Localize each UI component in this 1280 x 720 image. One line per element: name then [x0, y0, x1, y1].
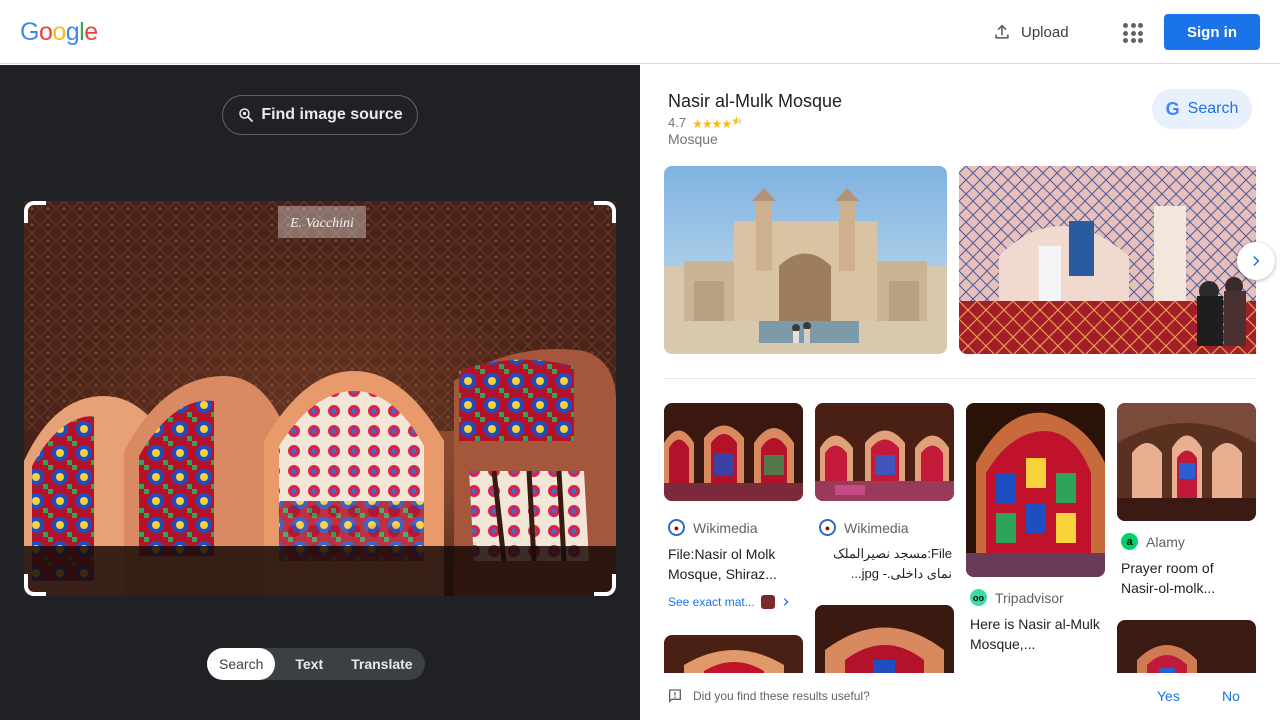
alamy-icon: a — [1121, 533, 1138, 550]
logo-letter: o — [52, 18, 66, 46]
section-divider — [664, 378, 1256, 379]
rating-value: 4.7 — [668, 115, 687, 130]
see-exact-matches-link[interactable]: See exact mat... — [668, 595, 791, 609]
find-image-source-label: Find image source — [261, 106, 403, 123]
result-thumbnail[interactable] — [966, 403, 1105, 577]
place-photo-courtyard[interactable] — [664, 166, 947, 354]
tripadvisor-icon: oo — [970, 589, 987, 606]
see-exact-label: See exact mat... — [668, 595, 755, 609]
result-title[interactable]: File:مسجد نصیرالملک نمای داخلی.- jpg... — [819, 544, 952, 584]
result-source[interactable]: ● Wikimedia — [819, 519, 909, 536]
result-title[interactable]: File:Nasir ol Molk Mosque, Shiraz... — [668, 544, 798, 584]
result-image — [664, 403, 803, 501]
result-thumbnail[interactable] — [1117, 403, 1256, 521]
result-source[interactable]: ● Wikimedia — [668, 519, 758, 536]
apps-grid-icon[interactable] — [1120, 20, 1144, 44]
feedback-no-button[interactable]: No — [1222, 688, 1240, 704]
query-image[interactable]: E. Vacchini — [24, 201, 616, 596]
find-image-source-button[interactable]: Find image source — [222, 95, 418, 135]
logo-letter: o — [38, 18, 53, 46]
result-source-name: Alamy — [1146, 533, 1185, 550]
google-search-label: Search — [1187, 100, 1239, 117]
wikimedia-icon: ● — [819, 519, 836, 536]
google-g-icon: G — [1165, 98, 1180, 119]
crop-corner-bottom-right[interactable] — [594, 574, 616, 596]
result-source-name: Wikimedia — [844, 519, 909, 536]
mosque-interior-image: E. Vacchini — [24, 201, 616, 596]
feedback-question: Did you find these results useful? — [693, 689, 870, 703]
logo-letter: e — [84, 18, 98, 46]
result-source[interactable]: oo Tripadvisor — [970, 589, 1064, 606]
feedback-bar: Did you find these results useful? Yes N… — [640, 673, 1280, 720]
place-title[interactable]: Nasir al-Mulk Mosque — [668, 91, 842, 112]
mode-tabs: Search Text Translate — [207, 648, 425, 680]
exact-match-avatar — [760, 595, 775, 609]
upload-icon — [995, 24, 1009, 39]
crop-corner-top-right[interactable] — [594, 201, 616, 223]
interior-image — [959, 166, 1256, 354]
result-title[interactable]: Prayer room of Nasir-ol-molk... — [1121, 558, 1251, 598]
watermark-text: E. Vacchini — [289, 216, 354, 231]
feedback-icon — [669, 689, 681, 703]
upload-button[interactable]: Upload — [992, 20, 1069, 44]
crop-corner-top-left[interactable] — [24, 201, 46, 223]
sign-in-button[interactable]: Sign in — [1164, 14, 1260, 50]
result-image — [1117, 403, 1256, 521]
crop-corner-bottom-left[interactable] — [24, 574, 46, 596]
google-search-button[interactable]: G Search — [1152, 89, 1252, 129]
top-header: Google Upload Sign in — [0, 0, 1280, 64]
result-thumbnail[interactable] — [815, 403, 954, 501]
tab-search[interactable]: Search — [207, 648, 276, 680]
feedback-yes-button[interactable]: Yes — [1157, 688, 1180, 704]
result-image — [815, 403, 954, 501]
lens-search-icon — [239, 108, 254, 122]
result-source-name: Wikimedia — [693, 519, 758, 536]
result-thumbnail[interactable] — [664, 403, 803, 501]
result-image — [966, 403, 1105, 577]
tab-text[interactable]: Text — [275, 648, 343, 680]
rating-row: 4.7 ★★★★★★ — [668, 114, 743, 131]
place-photo-interior[interactable] — [959, 166, 1256, 354]
chevron-right-icon[interactable] — [1237, 242, 1275, 280]
result-title[interactable]: Here is Nasir al-Mulk Mosque,... — [970, 614, 1100, 654]
result-source[interactable]: a Alamy — [1121, 533, 1185, 550]
logo-letter: G — [20, 18, 39, 46]
tab-translate[interactable]: Translate — [343, 648, 424, 680]
courtyard-image — [664, 166, 947, 354]
logo-letter: g — [65, 18, 80, 46]
wikimedia-icon: ● — [668, 519, 685, 536]
google-logo[interactable]: Google — [20, 18, 98, 47]
rating-stars: ★★★★★★ — [692, 114, 744, 131]
upload-label: Upload — [1021, 23, 1069, 41]
results-panel: Nasir al-Mulk Mosque 4.7 ★★★★★★ Mosque G… — [640, 65, 1280, 720]
result-source-name: Tripadvisor — [995, 589, 1064, 606]
chevron-right-icon — [783, 598, 789, 606]
place-category: Mosque — [668, 131, 718, 147]
